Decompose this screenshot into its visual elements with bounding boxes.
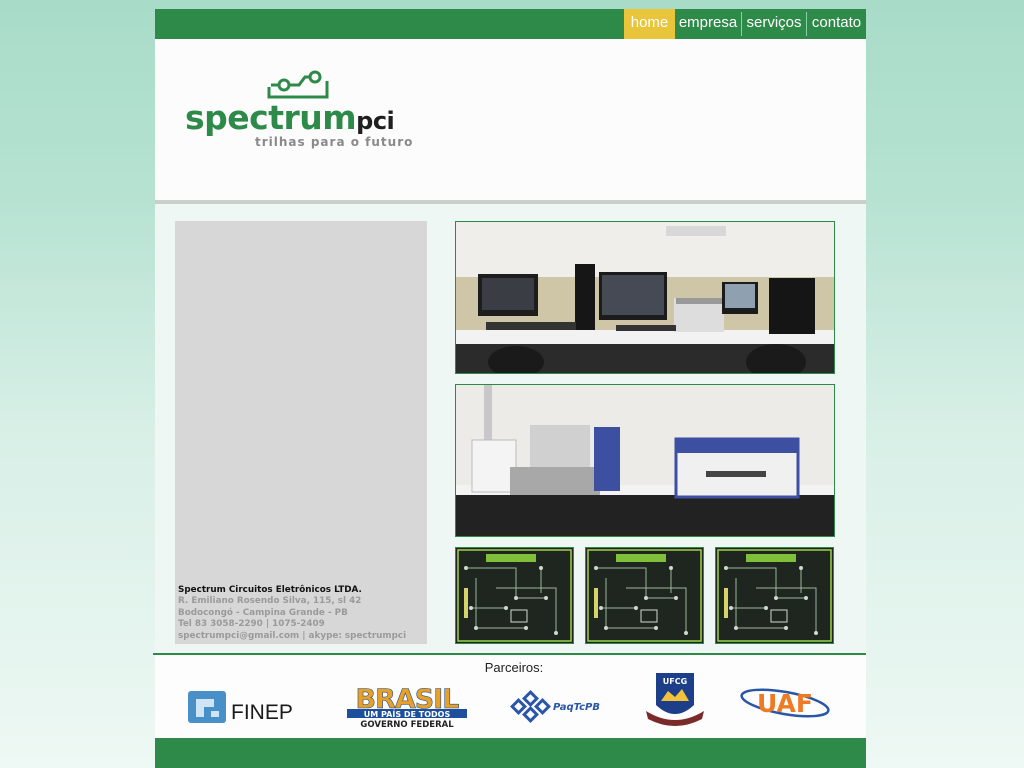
footer-bar xyxy=(155,738,866,768)
nav-contato[interactable]: contato xyxy=(807,9,866,39)
sidebar-panel: Spectrum Circuitos Eletrônicos LTDA. R. … xyxy=(175,221,427,644)
nav-empresa[interactable]: empresa xyxy=(675,9,741,39)
brasil-governo-federal-logo[interactable]: BRASIL UM PAÍS DE TODOS GOVERNO FEDERAL xyxy=(345,684,469,730)
company-district: Bodocongó - Campina Grande - PB xyxy=(178,607,348,618)
circuit-trace-icon xyxy=(267,70,329,99)
company-address-block: Spectrum Circuitos Eletrônicos LTDA. R. … xyxy=(178,585,406,643)
pcb-thumbnail-1[interactable] xyxy=(455,547,574,644)
logo-suffix: pci xyxy=(356,107,394,135)
page-container: home empresa serviços contato spectrumpc… xyxy=(153,0,866,768)
paqtcpb-logo[interactable]: PaqTcPB xyxy=(510,690,602,724)
logo-name: spectrum xyxy=(185,98,356,137)
partners-section: Parceiros: FINEP BRASIL UM PAÍS DE TODOS… xyxy=(155,655,866,738)
svg-text:spectrumpci: spectrumpci xyxy=(185,98,394,137)
pcb-thumbnail-2[interactable] xyxy=(585,547,704,644)
company-name: Spectrum Circuitos Eletrônicos LTDA. xyxy=(178,584,362,595)
logo-tagline: trilhas para o futuro xyxy=(255,135,413,149)
company-contact: spectrumpci@gmail.com | akype: spectrump… xyxy=(178,630,407,641)
header: spectrumpci trilhas para o futuro xyxy=(155,39,866,200)
lab-computers-photo[interactable] xyxy=(455,221,835,374)
top-nav: home empresa serviços contato xyxy=(155,9,866,39)
svg-text:UAF: UAF xyxy=(757,689,813,718)
svg-text:GOVERNO FEDERAL: GOVERNO FEDERAL xyxy=(360,720,454,728)
partners-title: Parceiros: xyxy=(484,660,544,675)
lab-machines-photo[interactable] xyxy=(455,384,835,537)
svg-text:UFCG: UFCG xyxy=(663,677,687,686)
nav-home[interactable]: home xyxy=(624,9,675,39)
finep-logo[interactable]: FINEP xyxy=(187,689,302,725)
svg-text:FINEP: FINEP xyxy=(231,701,293,724)
svg-text:UM PAÍS DE TODOS: UM PAÍS DE TODOS xyxy=(364,708,451,719)
nav-servicos[interactable]: serviços xyxy=(742,9,806,39)
ufcg-logo[interactable]: UFCG xyxy=(644,671,706,727)
spectrum-pci-logo[interactable]: spectrumpci trilhas para o futuro xyxy=(185,67,413,149)
company-phone: Tel 83 3058-2290 | 1075-2409 xyxy=(178,619,325,629)
main-content: Spectrum Circuitos Eletrônicos LTDA. R. … xyxy=(155,204,866,653)
pcb-thumbnail-3[interactable] xyxy=(715,547,834,644)
uaf-logo[interactable]: UAF xyxy=(739,683,831,723)
svg-text:PaqTcPB: PaqTcPB xyxy=(553,702,600,713)
company-street: R. Emiliano Rosendo Silva, 115, sl 42 xyxy=(178,596,362,606)
